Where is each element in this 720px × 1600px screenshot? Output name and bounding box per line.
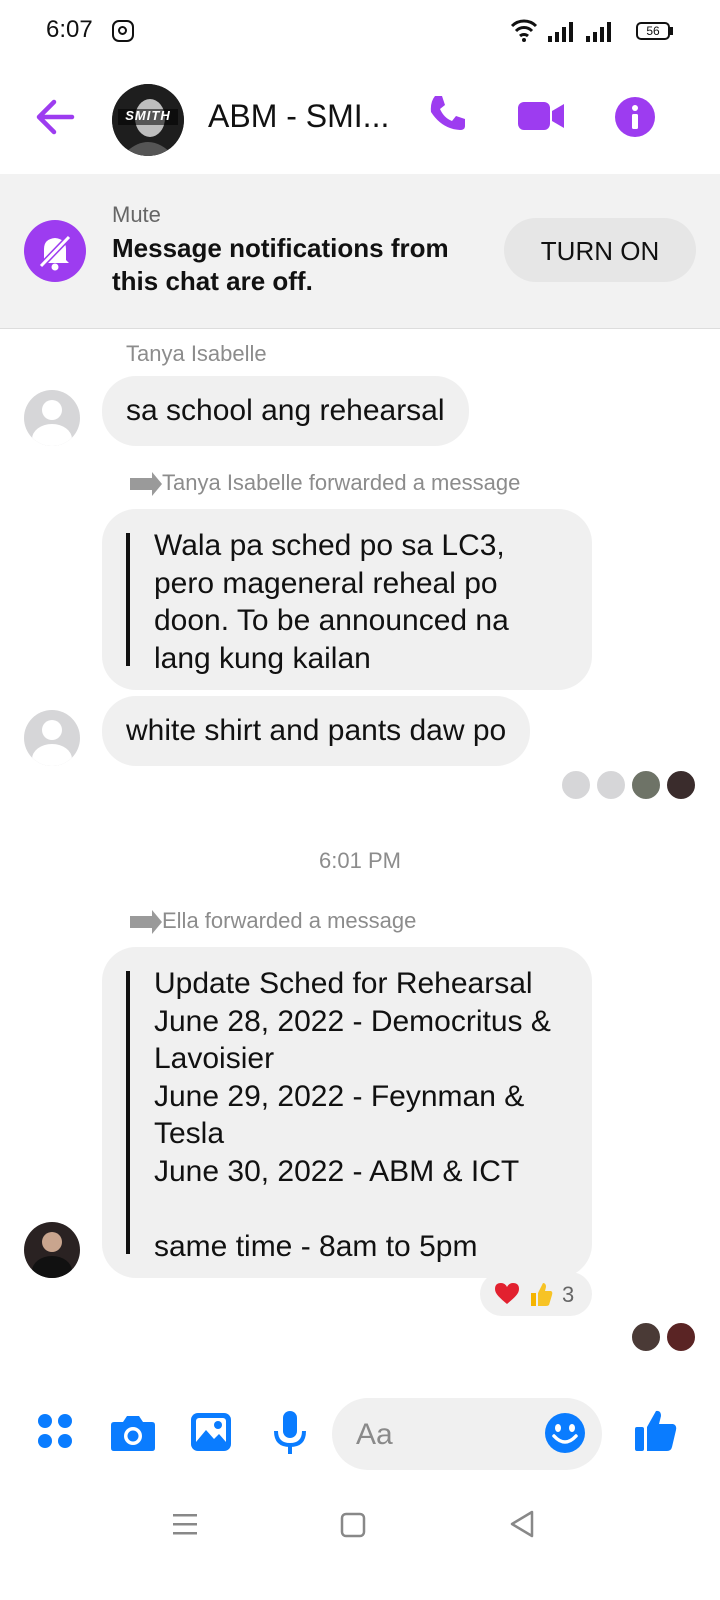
seen-avatar (630, 1321, 662, 1353)
message-line: doon. To be announced na (154, 604, 509, 637)
emoji-icon[interactable] (544, 1412, 586, 1454)
back-nav-icon[interactable] (508, 1510, 536, 1538)
turn-on-button[interactable]: TURN ON (504, 218, 696, 282)
phone-call-icon[interactable] (426, 92, 468, 134)
reaction-count: 3 (562, 1282, 575, 1307)
wifi-icon (510, 19, 538, 42)
forward-arrow-icon (130, 472, 162, 497)
gallery-icon[interactable] (190, 1412, 232, 1452)
message-line: lang kung kailan (154, 641, 371, 675)
message-line (154, 1190, 568, 1228)
status-time: 6:07 (46, 16, 93, 43)
mute-message: Message notifications from this chat are… (112, 232, 492, 298)
reactions-pill[interactable]: 3 (480, 1272, 592, 1316)
recent-apps-icon[interactable] (172, 1512, 198, 1536)
mute-banner: Mute Message notifications from this cha… (0, 174, 720, 329)
like-thumbs-up-icon[interactable] (634, 1408, 678, 1452)
message-text: white shirt and pants daw po (126, 714, 507, 747)
signal-icon (548, 22, 573, 42)
battery-icon: 56 (636, 22, 670, 40)
microphone-icon[interactable] (272, 1410, 308, 1456)
seen-avatar (560, 769, 592, 801)
signal-icon-2 (586, 22, 611, 42)
group-avatar[interactable]: SMITH (112, 84, 184, 156)
chat-header: SMITH ABM - SMI... (0, 64, 720, 174)
camera-icon[interactable] (110, 1412, 156, 1452)
mute-label: Mute (112, 202, 161, 227)
avatar[interactable] (24, 390, 80, 446)
back-arrow-icon[interactable] (34, 96, 76, 138)
message-line: same time - 8am to 5pm (154, 1229, 478, 1263)
forwarded-text: Ella forwarded a message (162, 908, 417, 933)
battery-tip (670, 27, 673, 35)
thumbs-up-emoji-icon (531, 1283, 553, 1306)
seen-avatar (665, 1321, 697, 1353)
message-bubble[interactable]: sa school ang rehearsal (102, 376, 469, 446)
message-line: pero mageneral reheal po (154, 566, 498, 600)
muted-bell-icon (24, 220, 86, 282)
seen-avatar (665, 769, 697, 801)
heart-emoji-icon (495, 1283, 519, 1304)
message-input[interactable] (354, 1410, 548, 1460)
quote-bar (126, 971, 130, 1254)
mute-message-line: Message notifications from (112, 233, 449, 263)
avatar[interactable] (24, 710, 80, 766)
message-input-wrapper (332, 1398, 602, 1470)
composer-bar (0, 1390, 720, 1480)
message-line: Wala pa sched po sa LC3, (154, 529, 505, 562)
forwarded-message-bubble[interactable]: Update Sched for Rehearsal June 28, 2022… (102, 947, 592, 1278)
forward-arrow-icon (130, 910, 162, 935)
group-avatar-text: SMITH (125, 108, 171, 123)
info-icon[interactable] (614, 96, 656, 138)
chat-title[interactable]: ABM - SMI... (208, 98, 389, 135)
status-bar: 6:07 56 (0, 0, 720, 64)
seen-avatar (595, 769, 627, 801)
more-actions-icon[interactable] (36, 1412, 74, 1450)
time-divider: 6:01 PM (319, 848, 401, 873)
message-line: June 30, 2022 - ABM & ICT (154, 1154, 520, 1188)
message-line: Update Sched for Rehearsal (154, 967, 533, 1000)
forwarded-text: Tanya Isabelle forwarded a message (162, 470, 521, 495)
video-call-icon[interactable] (518, 100, 566, 132)
system-nav-bar (0, 1490, 720, 1600)
message-text: sa school ang rehearsal (126, 394, 445, 427)
quote-bar (126, 533, 130, 666)
forwarded-label: Tanya Isabelle forwarded a message (130, 470, 521, 497)
message-bubble[interactable]: white shirt and pants daw po (102, 696, 531, 766)
seen-avatar (630, 769, 662, 801)
sender-name: Tanya Isabelle (126, 341, 267, 366)
message-line: June 29, 2022 - Feynman & (154, 1079, 525, 1113)
home-icon[interactable] (340, 1512, 366, 1538)
mute-message-line: this chat are off. (112, 266, 313, 296)
message-line: June 28, 2022 - Democritus & (154, 1004, 551, 1038)
instagram-icon (112, 20, 134, 42)
forwarded-message-bubble[interactable]: Wala pa sched po sa LC3, pero mageneral … (102, 509, 592, 690)
message-line: Tesla (154, 1117, 225, 1150)
avatar[interactable] (24, 1222, 80, 1278)
message-line: Lavoisier (154, 1042, 275, 1075)
forwarded-label: Ella forwarded a message (130, 908, 417, 935)
